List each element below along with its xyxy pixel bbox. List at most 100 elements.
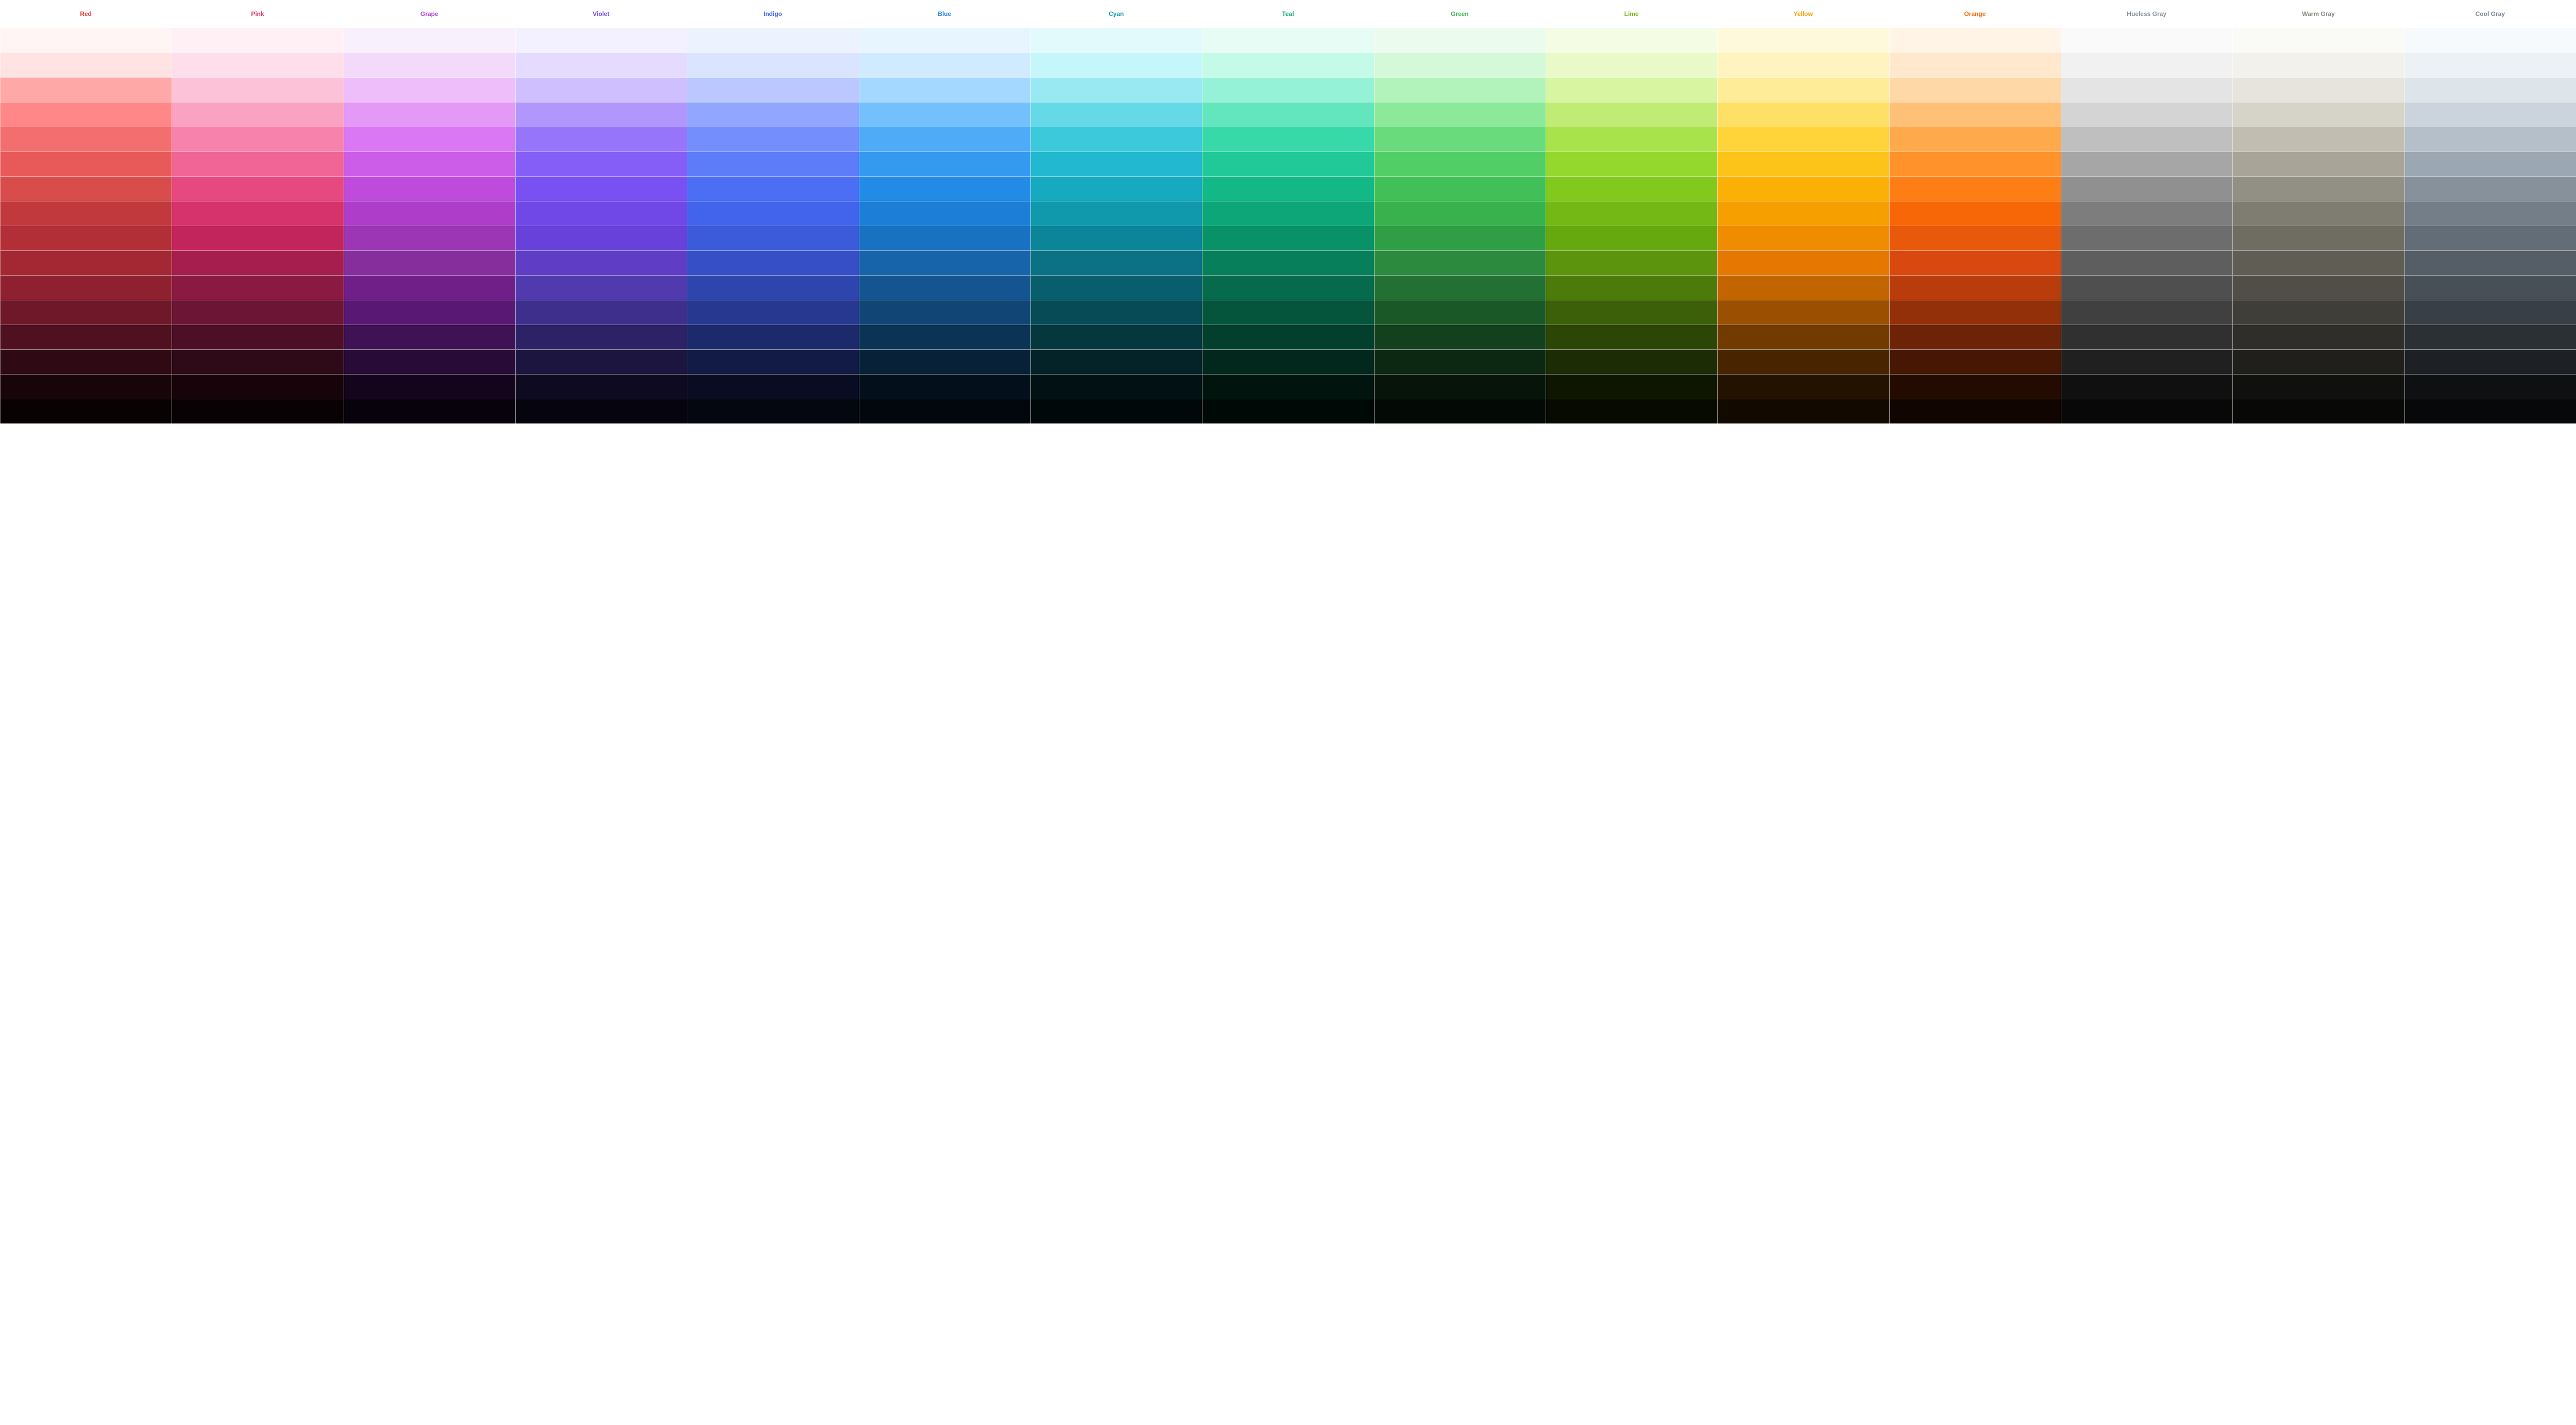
color-swatch[interactable]	[1889, 127, 2061, 151]
color-swatch[interactable]	[2404, 325, 2576, 349]
color-swatch[interactable]	[1030, 226, 1202, 250]
color-swatch[interactable]	[344, 275, 515, 300]
color-swatch[interactable]	[2404, 151, 2576, 176]
color-swatch[interactable]	[515, 176, 687, 201]
color-swatch[interactable]	[859, 28, 1030, 53]
color-swatch[interactable]	[2061, 226, 2232, 250]
color-swatch[interactable]	[2404, 176, 2576, 201]
color-swatch[interactable]	[2061, 399, 2232, 423]
color-swatch[interactable]	[1546, 176, 1717, 201]
color-swatch[interactable]	[172, 201, 343, 226]
color-swatch[interactable]	[2232, 28, 2404, 53]
color-swatch[interactable]	[859, 151, 1030, 176]
color-swatch[interactable]	[0, 226, 172, 250]
color-swatch[interactable]	[2061, 28, 2232, 53]
column-header[interactable]: Yellow	[1717, 0, 1889, 28]
color-swatch[interactable]	[1374, 28, 1546, 53]
color-swatch[interactable]	[1889, 275, 2061, 300]
color-swatch[interactable]	[515, 127, 687, 151]
color-swatch[interactable]	[1889, 374, 2061, 399]
color-swatch[interactable]	[1717, 275, 1889, 300]
color-swatch[interactable]	[1546, 53, 1717, 77]
color-swatch[interactable]	[1546, 151, 1717, 176]
color-swatch[interactable]	[515, 28, 687, 53]
color-swatch[interactable]	[172, 300, 343, 325]
color-swatch[interactable]	[1202, 275, 1374, 300]
color-swatch[interactable]	[2061, 300, 2232, 325]
color-swatch[interactable]	[344, 300, 515, 325]
column-header[interactable]: Cyan	[1030, 0, 1202, 28]
color-swatch[interactable]	[2404, 127, 2576, 151]
color-swatch[interactable]	[687, 226, 858, 250]
color-swatch[interactable]	[2404, 275, 2576, 300]
color-swatch[interactable]	[1889, 250, 2061, 275]
color-swatch[interactable]	[1717, 53, 1889, 77]
color-swatch[interactable]	[1030, 176, 1202, 201]
color-swatch[interactable]	[2061, 201, 2232, 226]
color-swatch[interactable]	[1546, 349, 1717, 374]
color-swatch[interactable]	[687, 28, 858, 53]
color-swatch[interactable]	[1717, 226, 1889, 250]
color-swatch[interactable]	[1030, 127, 1202, 151]
color-swatch[interactable]	[1030, 53, 1202, 77]
column-header[interactable]: Grape	[344, 0, 515, 28]
color-swatch[interactable]	[687, 250, 858, 275]
color-swatch[interactable]	[859, 399, 1030, 423]
column-header[interactable]: Indigo	[687, 0, 858, 28]
color-swatch[interactable]	[0, 275, 172, 300]
color-swatch[interactable]	[859, 77, 1030, 102]
color-swatch[interactable]	[172, 349, 343, 374]
color-swatch[interactable]	[2404, 374, 2576, 399]
color-swatch[interactable]	[2061, 176, 2232, 201]
color-swatch[interactable]	[687, 77, 858, 102]
color-swatch[interactable]	[1546, 374, 1717, 399]
color-swatch[interactable]	[687, 374, 858, 399]
color-swatch[interactable]	[1717, 300, 1889, 325]
color-swatch[interactable]	[1717, 28, 1889, 53]
color-swatch[interactable]	[859, 176, 1030, 201]
color-swatch[interactable]	[2061, 102, 2232, 127]
color-swatch[interactable]	[1889, 28, 2061, 53]
color-swatch[interactable]	[859, 300, 1030, 325]
color-swatch[interactable]	[515, 151, 687, 176]
color-swatch[interactable]	[1374, 201, 1546, 226]
color-swatch[interactable]	[1374, 399, 1546, 423]
column-header[interactable]: Teal	[1202, 0, 1374, 28]
color-swatch[interactable]	[1717, 250, 1889, 275]
color-swatch[interactable]	[1030, 349, 1202, 374]
color-swatch[interactable]	[1889, 77, 2061, 102]
color-swatch[interactable]	[2232, 275, 2404, 300]
color-swatch[interactable]	[2232, 77, 2404, 102]
color-swatch[interactable]	[1202, 226, 1374, 250]
color-swatch[interactable]	[0, 325, 172, 349]
color-swatch[interactable]	[172, 374, 343, 399]
color-swatch[interactable]	[0, 28, 172, 53]
color-swatch[interactable]	[1889, 53, 2061, 77]
color-swatch[interactable]	[344, 325, 515, 349]
color-swatch[interactable]	[172, 399, 343, 423]
color-swatch[interactable]	[859, 325, 1030, 349]
color-swatch[interactable]	[2232, 374, 2404, 399]
color-swatch[interactable]	[859, 275, 1030, 300]
color-swatch[interactable]	[172, 151, 343, 176]
color-swatch[interactable]	[1030, 325, 1202, 349]
color-swatch[interactable]	[172, 77, 343, 102]
column-header[interactable]: Lime	[1546, 0, 1717, 28]
color-swatch[interactable]	[2232, 127, 2404, 151]
color-swatch[interactable]	[1717, 325, 1889, 349]
color-swatch[interactable]	[0, 151, 172, 176]
color-swatch[interactable]	[344, 151, 515, 176]
color-swatch[interactable]	[515, 374, 687, 399]
color-swatch[interactable]	[515, 102, 687, 127]
color-swatch[interactable]	[1546, 275, 1717, 300]
color-swatch[interactable]	[172, 226, 343, 250]
color-swatch[interactable]	[2232, 325, 2404, 349]
color-swatch[interactable]	[1546, 201, 1717, 226]
color-swatch[interactable]	[1546, 127, 1717, 151]
color-swatch[interactable]	[1030, 151, 1202, 176]
color-swatch[interactable]	[1889, 102, 2061, 127]
color-swatch[interactable]	[344, 250, 515, 275]
color-swatch[interactable]	[687, 275, 858, 300]
color-swatch[interactable]	[0, 102, 172, 127]
color-swatch[interactable]	[1030, 77, 1202, 102]
